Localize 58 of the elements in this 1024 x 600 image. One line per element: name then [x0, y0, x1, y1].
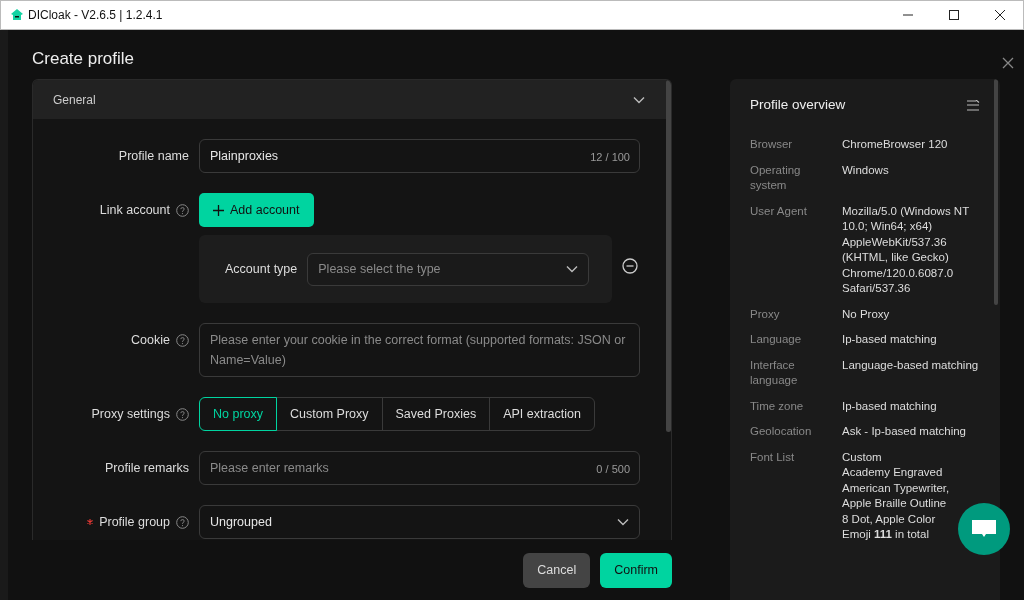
- chevron-icon: [566, 265, 579, 273]
- proxy-option[interactable]: Custom Proxy: [276, 397, 383, 431]
- overview-value: Custom: [842, 449, 883, 465]
- scrollbar[interactable]: [666, 80, 671, 432]
- cookie-field[interactable]: Please enter your cookie in the correct format (supported formats: JSON or Name=Value): [199, 323, 640, 377]
- overview-label: User Agent: [750, 203, 808, 219]
- proxy-option[interactable]: Saved Proxies: [381, 397, 491, 431]
- chevron-icon: [617, 518, 629, 526]
- list-icon[interactable]: [967, 99, 980, 111]
- account-type-select[interactable]: Please select the type: [307, 252, 590, 286]
- overview-value: Ask - Ip-based matching: [842, 424, 967, 440]
- close-icon: [994, 9, 1006, 21]
- field-label: Profile remarks: [104, 459, 189, 477]
- close-icon: [1002, 56, 1014, 69]
- overview-value: No Proxy: [842, 306, 891, 322]
- overview-value: Mozilla/5.0 (Windows NT 10.0; Win64; x64) AppleWebKit/537.36 (KHTML, like Gecko) Chrome/120.0.6087.0 Safari/537.36: [842, 203, 970, 297]
- field-label: Cookie: [131, 331, 170, 349]
- overview-label: Geolocation: [750, 424, 813, 440]
- overview-label: Operating system: [750, 162, 802, 194]
- field-label: Link account: [99, 201, 170, 219]
- overview-label: Language: [750, 332, 803, 348]
- overview-value: Academy Engraved: [842, 465, 944, 481]
- help-icon[interactable]: [176, 203, 189, 217]
- field-label: Account type: [225, 260, 298, 278]
- proxy-option[interactable]: No proxy: [199, 397, 278, 431]
- help-icon[interactable]: [176, 515, 189, 529]
- character-counter: 0 / 500: [596, 462, 630, 477]
- maximize-icon: [948, 9, 960, 21]
- overview-value: ChromeBrowser 120: [842, 137, 949, 153]
- overview-value: Language-based matching: [842, 357, 980, 373]
- overview-value: Ip-based matching: [842, 332, 938, 348]
- plus-icon: [213, 204, 224, 216]
- overview-label: Interface language: [750, 357, 799, 389]
- field-label: Profile name: [118, 147, 189, 165]
- confirm-button[interactable]: Confirm: [600, 553, 672, 588]
- overview-label: Time zone: [750, 398, 805, 414]
- overview-value: Windows: [842, 162, 890, 178]
- group-select[interactable]: Ungrouped: [199, 505, 640, 539]
- section-title: General: [53, 91, 96, 109]
- overview-title: Profile overview: [750, 96, 846, 114]
- overview-label: Font List: [750, 449, 796, 465]
- field-label: Profile group: [99, 513, 170, 531]
- character-counter: 12 / 100: [590, 150, 630, 165]
- overview-value: American Typewriter, Apple Braille Outline 8 Dot, Apple Color Emoji 111 in total: [842, 480, 951, 543]
- proxy-option[interactable]: API extraction: [489, 397, 595, 431]
- overview-label: Browser: [750, 137, 794, 153]
- field-label: Proxy settings: [91, 405, 170, 423]
- window-title: DICloak - V2.6.5 | 1.2.4.1: [28, 7, 163, 24]
- help-icon[interactable]: [176, 407, 189, 421]
- minus-circle-icon: [622, 257, 638, 274]
- overview-label: Proxy: [750, 306, 781, 322]
- scrollbar[interactable]: [994, 79, 998, 305]
- overview-value: Ip-based matching: [842, 398, 938, 414]
- help-icon[interactable]: [176, 333, 189, 347]
- cancel-button[interactable]: Cancel: [523, 553, 591, 588]
- dialog-title: Create profile: [32, 48, 135, 70]
- add-account-button[interactable]: Add account: [199, 193, 314, 227]
- app-logo-icon: [10, 8, 24, 22]
